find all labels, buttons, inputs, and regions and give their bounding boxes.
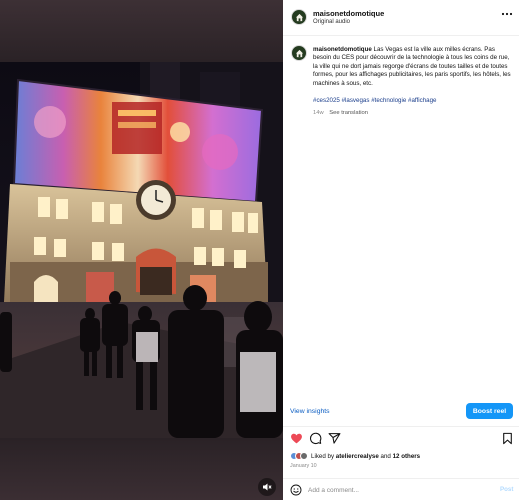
media-letterbox-top [0,0,283,62]
post-details-panel: maisonetdomotique Original audio maisone… [283,0,519,500]
author-avatar[interactable] [291,9,307,25]
liked-by-others[interactable]: 12 others [393,453,421,460]
media-letterbox-bottom [0,438,283,500]
comment-input[interactable] [308,484,488,496]
liked-by-and: and [380,452,391,460]
hashtag-list: #ces2025 #lasvegas #technologie #afficha… [313,97,436,104]
boost-reel-button[interactable]: Boost reel [466,403,513,419]
more-options-button[interactable] [501,10,513,20]
post-comment-button[interactable]: Post [500,486,513,493]
comment-composer: Post [283,478,519,500]
post-header: maisonetdomotique Original audio [283,0,519,36]
post-age: 14w [313,110,324,116]
insights-bar: View insights Boost reel [283,399,519,427]
hashtag-link[interactable]: #ces2025 [313,97,340,104]
reel-media[interactable] [0,0,283,500]
house-logo-icon [295,13,304,22]
view-insights-link[interactable]: View insights [290,408,330,415]
hashtag-link[interactable]: #lasvegas [342,97,370,104]
speaker-muted-icon [263,483,272,491]
author-username[interactable]: maisonetdomotique [313,9,384,18]
las-vegas-building-scene [0,62,283,438]
liked-by-text: Liked by ateliercrealyse and 12 others [311,453,420,460]
post-actions [283,430,519,448]
comment-icon[interactable] [309,432,322,445]
post-date: January 10 [290,463,317,469]
liker-avatar [300,452,308,460]
liked-by-prefix: Liked by [311,452,335,460]
more-horizontal-icon [501,12,513,16]
audio-label[interactable]: Original audio [313,19,350,25]
likes-summary[interactable]: Liked by ateliercrealyse and 12 others [290,451,420,461]
post-caption: maisonetdomotique Las Vegas est la ville… [313,46,513,88]
caption-meta: 14w See translation [313,110,368,116]
emoji-icon[interactable] [290,484,302,496]
reel-video-frame[interactable] [0,62,283,438]
hashtag-link[interactable]: #technologie [371,97,406,104]
hashtag-link[interactable]: #affichage [408,97,436,104]
caption-username[interactable]: maisonetdomotique [313,46,372,53]
caption-author-avatar[interactable] [291,45,307,61]
bookmark-icon[interactable] [501,432,514,445]
share-icon[interactable] [328,432,341,445]
liked-by-username[interactable]: ateliercrealyse [336,453,379,460]
audio-toggle-button[interactable] [258,478,276,496]
heart-icon[interactable] [290,432,303,445]
instagram-post-viewer: maisonetdomotique Original audio maisone… [0,0,519,500]
house-logo-icon [295,49,304,58]
see-translation-link[interactable]: See translation [329,110,368,116]
